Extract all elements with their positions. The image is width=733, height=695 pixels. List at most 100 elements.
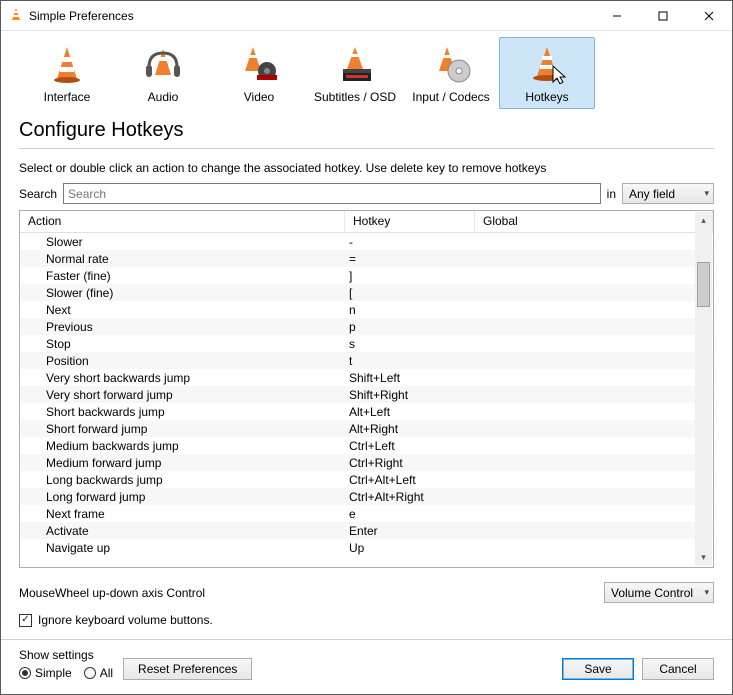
cone-icon bbox=[50, 45, 84, 86]
divider bbox=[19, 148, 714, 149]
cell-action: Faster (fine) bbox=[20, 269, 345, 283]
cell-action: Position bbox=[20, 354, 345, 368]
table-row[interactable]: Previousp bbox=[20, 318, 713, 335]
cell-hotkey: Alt+Right bbox=[345, 422, 475, 436]
table-row[interactable]: Long forward jumpCtrl+Alt+Right bbox=[20, 488, 713, 505]
cell-action: Very short backwards jump bbox=[20, 371, 345, 385]
radio-icon bbox=[19, 667, 31, 679]
tab-label: Hotkeys bbox=[525, 90, 568, 104]
checkbox-label: Ignore keyboard volume buttons. bbox=[38, 613, 213, 627]
cell-hotkey: t bbox=[345, 354, 475, 368]
cell-hotkey: Shift+Right bbox=[345, 388, 475, 402]
cell-hotkey: n bbox=[345, 303, 475, 317]
column-header-global[interactable]: Global bbox=[475, 211, 713, 232]
cell-hotkey: s bbox=[345, 337, 475, 351]
table-row[interactable]: Next framee bbox=[20, 505, 713, 522]
film-cone-icon bbox=[239, 45, 279, 86]
table-row[interactable]: Positiont bbox=[20, 352, 713, 369]
window-titlebar: Simple Preferences bbox=[1, 1, 732, 31]
cell-action: Long forward jump bbox=[20, 490, 345, 504]
cell-action: Medium backwards jump bbox=[20, 439, 345, 453]
table-row[interactable]: Navigate upUp bbox=[20, 539, 713, 556]
cell-action: Very short forward jump bbox=[20, 388, 345, 402]
cancel-button[interactable]: Cancel bbox=[642, 658, 714, 680]
cell-action: Navigate up bbox=[20, 541, 345, 555]
scrollbar[interactable]: ▴ ▾ bbox=[695, 212, 712, 566]
tab-interface[interactable]: Interface bbox=[19, 37, 115, 109]
cursor-cone-icon bbox=[527, 44, 567, 87]
save-button[interactable]: Save bbox=[562, 658, 634, 680]
table-row[interactable]: Faster (fine)] bbox=[20, 267, 713, 284]
search-in-label: in bbox=[607, 187, 616, 201]
cell-hotkey: Up bbox=[345, 541, 475, 555]
tab-subtitles[interactable]: Subtitles / OSD bbox=[307, 37, 403, 109]
radio-simple[interactable]: Simple bbox=[19, 666, 72, 680]
radio-icon bbox=[84, 667, 96, 679]
table-row[interactable]: Nextn bbox=[20, 301, 713, 318]
radio-label: All bbox=[100, 666, 113, 680]
cell-hotkey: Alt+Left bbox=[345, 405, 475, 419]
page-title: Configure Hotkeys bbox=[1, 109, 732, 148]
app-icon bbox=[9, 7, 23, 24]
table-row[interactable]: Short backwards jumpAlt+Left bbox=[20, 403, 713, 420]
table-row[interactable]: Normal rate= bbox=[20, 250, 713, 267]
radio-all[interactable]: All bbox=[84, 666, 113, 680]
table-row[interactable]: Long backwards jumpCtrl+Alt+Left bbox=[20, 471, 713, 488]
preference-tabs: Interface Audio Video Subtitles / OSD In… bbox=[1, 31, 732, 109]
table-row[interactable]: Very short forward jumpShift+Right bbox=[20, 386, 713, 403]
cell-hotkey: Ctrl+Alt+Right bbox=[345, 490, 475, 504]
table-row[interactable]: Stops bbox=[20, 335, 713, 352]
combo-value: Volume Control bbox=[611, 586, 693, 600]
cell-action: Next bbox=[20, 303, 345, 317]
combo-value: Any field bbox=[629, 187, 675, 201]
search-label: Search bbox=[19, 187, 57, 201]
tab-hotkeys[interactable]: Hotkeys bbox=[499, 37, 595, 109]
cell-action: Slower (fine) bbox=[20, 286, 345, 300]
reset-preferences-button[interactable]: Reset Preferences bbox=[123, 658, 252, 680]
tab-label: Input / Codecs bbox=[412, 90, 489, 104]
cell-hotkey: Shift+Left bbox=[345, 371, 475, 385]
mousewheel-combo[interactable]: Volume Control bbox=[604, 582, 714, 603]
table-row[interactable]: Slower- bbox=[20, 233, 713, 250]
table-body: Slower-Normal rate=Faster (fine)]Slower … bbox=[20, 233, 713, 567]
cell-action: Short backwards jump bbox=[20, 405, 345, 419]
table-row[interactable]: Medium forward jumpCtrl+Right bbox=[20, 454, 713, 471]
scroll-down-icon[interactable]: ▾ bbox=[695, 549, 712, 566]
search-input[interactable] bbox=[63, 183, 601, 204]
table-row[interactable]: ActivateEnter bbox=[20, 522, 713, 539]
headphones-cone-icon bbox=[143, 45, 183, 86]
cell-action: Long backwards jump bbox=[20, 473, 345, 487]
table-row[interactable]: Slower (fine)[ bbox=[20, 284, 713, 301]
scroll-thumb[interactable] bbox=[697, 262, 710, 307]
tab-audio[interactable]: Audio bbox=[115, 37, 211, 109]
cell-hotkey: Ctrl+Left bbox=[345, 439, 475, 453]
cell-hotkey: Ctrl+Alt+Left bbox=[345, 473, 475, 487]
cell-hotkey: ] bbox=[345, 269, 475, 283]
ignore-kb-volume-checkbox[interactable]: ✓ Ignore keyboard volume buttons. bbox=[19, 613, 714, 627]
instructions-text: Select or double click an action to chan… bbox=[19, 161, 714, 175]
column-header-action[interactable]: Action bbox=[20, 211, 345, 232]
table-row[interactable]: Short forward jumpAlt+Right bbox=[20, 420, 713, 437]
cell-hotkey: - bbox=[345, 235, 475, 249]
cell-hotkey: p bbox=[345, 320, 475, 334]
cell-action: Previous bbox=[20, 320, 345, 334]
maximize-button[interactable] bbox=[640, 1, 686, 31]
minimize-button[interactable] bbox=[594, 1, 640, 31]
search-field-combo[interactable]: Any field bbox=[622, 183, 714, 204]
radio-label: Simple bbox=[35, 666, 72, 680]
cell-action: Medium forward jump bbox=[20, 456, 345, 470]
column-header-hotkey[interactable]: Hotkey bbox=[345, 211, 475, 232]
cell-action: Normal rate bbox=[20, 252, 345, 266]
tab-input-codecs[interactable]: Input / Codecs bbox=[403, 37, 499, 109]
cell-hotkey: = bbox=[345, 252, 475, 266]
scroll-up-icon[interactable]: ▴ bbox=[695, 212, 712, 229]
clapperboard-cone-icon bbox=[335, 45, 375, 86]
table-row[interactable]: Medium backwards jumpCtrl+Left bbox=[20, 437, 713, 454]
cell-action: Next frame bbox=[20, 507, 345, 521]
hotkeys-table: Action Hotkey Global Slower-Normal rate=… bbox=[19, 210, 714, 568]
table-header: Action Hotkey Global bbox=[20, 211, 713, 233]
table-row[interactable]: Very short backwards jumpShift+Left bbox=[20, 369, 713, 386]
close-button[interactable] bbox=[686, 1, 732, 31]
tab-video[interactable]: Video bbox=[211, 37, 307, 109]
tab-label: Subtitles / OSD bbox=[314, 90, 396, 104]
